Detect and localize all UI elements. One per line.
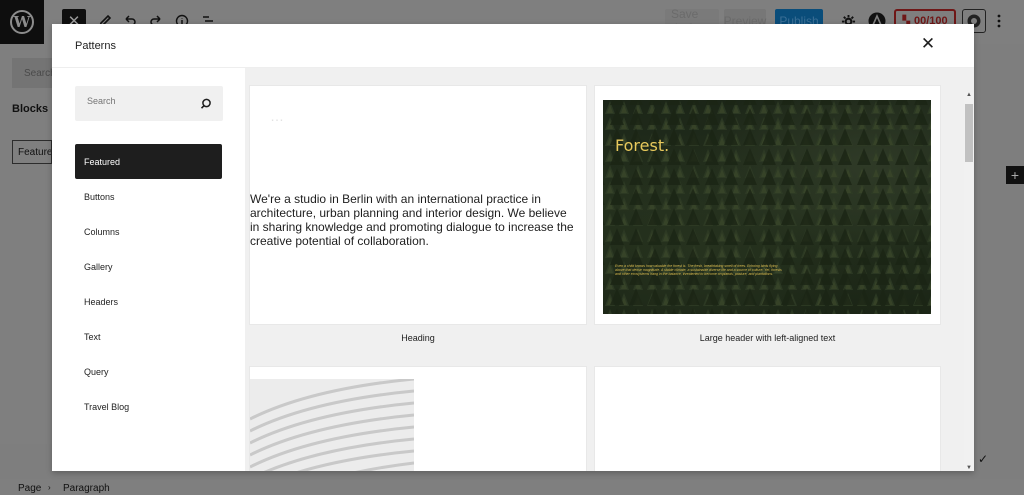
check-icon: ✓ bbox=[978, 452, 989, 466]
forest-image: Forest. Even a child knows how valuable … bbox=[603, 100, 931, 314]
breadcrumb: Page › Paragraph bbox=[0, 479, 1024, 495]
heading-pattern-text: We're a studio in Berlin with an interna… bbox=[250, 192, 574, 248]
pattern-card-text[interactable] bbox=[594, 366, 941, 471]
category-gallery[interactable]: Gallery bbox=[75, 249, 222, 284]
category-headers[interactable]: Headers bbox=[75, 284, 222, 319]
wordpress-icon: W bbox=[10, 10, 34, 34]
pattern-caption-large-header: Large header with left-aligned text bbox=[699, 333, 836, 343]
category-featured[interactable]: Featured bbox=[75, 144, 222, 179]
forest-trees-icon bbox=[603, 100, 931, 314]
modal-title: Patterns bbox=[75, 40, 116, 52]
category-list: Featured Buttons Columns Gallery Headers… bbox=[75, 144, 222, 424]
scroll-up-icon[interactable]: ▲ bbox=[965, 92, 973, 98]
pattern-card-heading[interactable]: … We're a studio in Berlin with an inter… bbox=[249, 85, 587, 325]
pattern-card-image[interactable] bbox=[249, 366, 587, 471]
category-query[interactable]: Query bbox=[75, 354, 222, 389]
abstract-lines-image bbox=[250, 379, 414, 471]
category-columns[interactable]: Columns bbox=[75, 214, 222, 249]
category-buttons[interactable]: Buttons bbox=[75, 179, 222, 214]
breadcrumb-separator-icon: › bbox=[48, 483, 51, 492]
pattern-categories: Featured Buttons Columns Gallery Headers… bbox=[52, 68, 245, 471]
heading-ghost-text: … bbox=[270, 108, 284, 124]
pattern-grid: … We're a studio in Berlin with an inter… bbox=[245, 68, 974, 471]
close-icon: ✕ bbox=[920, 34, 936, 53]
scroll-down-icon[interactable]: ▼ bbox=[965, 465, 973, 471]
pattern-scrollbar[interactable]: ▲ ▼ bbox=[964, 92, 974, 471]
blocks-tab[interactable]: Blocks bbox=[12, 103, 48, 115]
scrollbar-thumb[interactable] bbox=[965, 104, 973, 162]
forest-title: Forest. bbox=[615, 136, 670, 155]
breadcrumb-paragraph[interactable]: Paragraph bbox=[63, 483, 110, 494]
search-input[interactable] bbox=[87, 96, 187, 106]
wordpress-logo[interactable]: W bbox=[0, 0, 44, 44]
forest-body-text: Even a child knows how valuable the fore… bbox=[615, 264, 782, 276]
inserter-search[interactable]: Search bbox=[12, 58, 56, 88]
patterns-modal: Patterns ✕ Featured Buttons Columns Gall… bbox=[52, 24, 974, 471]
more-options-icon[interactable] bbox=[992, 9, 1006, 33]
search-icon[interactable] bbox=[199, 97, 213, 111]
breadcrumb-page[interactable]: Page bbox=[18, 483, 41, 494]
pattern-search[interactable] bbox=[75, 86, 223, 121]
pattern-caption-heading: Heading bbox=[401, 333, 435, 343]
featured-select[interactable]: Featured bbox=[12, 140, 52, 164]
category-text[interactable]: Text bbox=[75, 319, 222, 354]
add-block-button[interactable]: + bbox=[1006, 166, 1024, 184]
category-travel-blog[interactable]: Travel Blog bbox=[75, 389, 222, 424]
close-modal-button[interactable]: ✕ bbox=[918, 34, 938, 54]
modal-header: Patterns ✕ bbox=[52, 24, 974, 68]
